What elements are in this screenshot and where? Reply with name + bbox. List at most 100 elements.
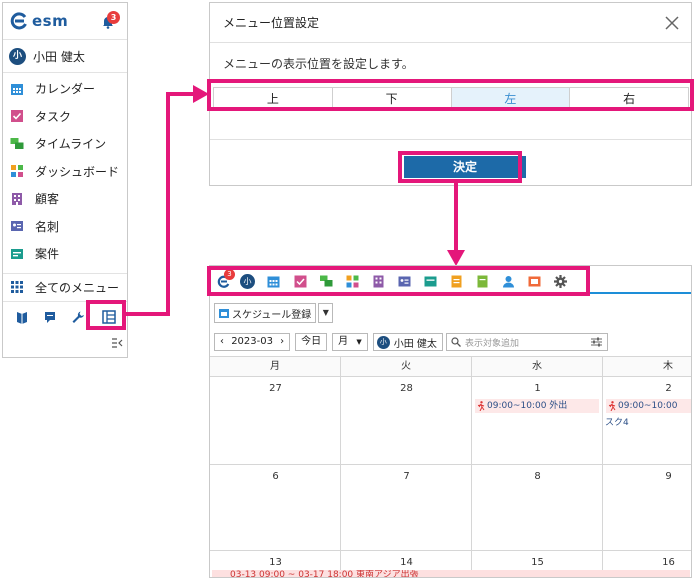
day-cell[interactable]: 6	[210, 465, 341, 550]
sidebar-item-label: ダッシュボード	[35, 164, 120, 179]
connector-line	[126, 312, 170, 316]
sidebar-item-label: 案件	[35, 247, 60, 262]
close-icon[interactable]	[665, 16, 679, 30]
grid-icon	[11, 281, 23, 293]
collapse-sidebar-icon[interactable]	[111, 337, 123, 349]
day-cell[interactable]: 7	[341, 465, 472, 550]
confirm-highlight-frame	[398, 151, 522, 183]
notification-badge: 3	[107, 11, 120, 24]
logo-row: esm 3	[3, 3, 127, 39]
day-cell[interactable]: 2 09:00~10:00 スク4	[603, 377, 691, 464]
day-cell[interactable]: 1 09:00~10:00 外出	[472, 377, 603, 464]
menu-list: カレンダー タスク タイムライン ダッシュボード 顧客 名刺 案件	[3, 73, 127, 268]
day-cell[interactable]: 27	[210, 377, 341, 464]
calendar-event-multi-day[interactable]: 03-13 09:00 ~ 03-17 18:00 東南アジア出張	[212, 570, 690, 578]
prev-arrow-icon[interactable]: ‹	[220, 336, 224, 347]
month-value: 2023-03	[231, 336, 273, 347]
wrench-icon[interactable]	[71, 310, 85, 324]
day-cell[interactable]: 9	[603, 465, 691, 550]
search-icon	[451, 337, 461, 347]
week-row: 6 7 8 9	[210, 465, 691, 551]
schedule-register-button[interactable]: スケジュール登録	[214, 303, 317, 323]
target-search-input[interactable]: 表示対象追加	[445, 333, 608, 351]
timeline-icon	[10, 137, 24, 149]
day-number: 15	[531, 557, 544, 568]
arrow-head-down-icon	[447, 250, 465, 266]
filter-settings-icon[interactable]	[590, 337, 602, 347]
sidebar-item-timeline[interactable]: タイムライン	[3, 130, 127, 158]
connector-line	[454, 183, 458, 253]
month-grid: 月 火 水 木 27 28 1 09:00~10:00 外出 2 09:00~1…	[210, 356, 691, 577]
dialog-title: メニュー位置設定	[223, 16, 320, 30]
day-cell[interactable]: 28	[341, 377, 472, 464]
customer-icon	[12, 192, 22, 205]
all-menu-label: 全てのメニュー	[35, 280, 120, 295]
user-chip[interactable]: 小 小田 健太	[372, 333, 443, 351]
all-menu-button[interactable]: 全てのメニュー	[3, 273, 127, 300]
sidebar-item-business-card[interactable]: 名刺	[3, 213, 127, 241]
top-menu-highlight-frame	[207, 266, 590, 296]
calendar-icon	[219, 309, 229, 318]
sidebar-item-label: 名刺	[35, 219, 60, 234]
comment-icon[interactable]	[43, 310, 57, 324]
task-icon	[11, 110, 23, 123]
week-row: 27 28 1 09:00~10:00 外出 2 09:00~10:00 スク4	[210, 377, 691, 465]
calendar-event[interactable]: 09:00~10:00 外出	[475, 399, 599, 413]
day-number: 7	[403, 471, 410, 482]
outing-icon	[477, 401, 485, 411]
connector-line	[166, 92, 170, 316]
day-number: 28	[400, 383, 413, 394]
calendar-window: 3 小 スケジュール登録 ▼ ‹ 2023-03 › 今日 月 ▼ 小 小田 健…	[209, 265, 692, 578]
day-number: 14	[400, 557, 413, 568]
month-picker[interactable]: ‹ 2023-03 ›	[214, 333, 291, 351]
view-select-value: 月	[338, 336, 349, 347]
logo-text: esm	[32, 12, 69, 30]
day-number: 9	[665, 471, 672, 482]
dashboard-icon	[11, 165, 23, 178]
day-cell[interactable]: 8	[472, 465, 603, 550]
selector-highlight-frame	[207, 79, 694, 111]
sidebar-item-label: カレンダー	[35, 82, 96, 97]
dialog-header: メニュー位置設定	[210, 3, 691, 43]
sidebar-item-label: 顧客	[35, 192, 60, 207]
day-number: 1	[534, 383, 541, 394]
schedule-dropdown-button[interactable]: ▼	[318, 303, 334, 323]
calendar-icon	[11, 83, 23, 95]
weekday-label: 火	[341, 357, 472, 376]
weekday-header: 月 火 水 木	[210, 356, 691, 377]
outing-icon	[608, 401, 616, 411]
dialog-description: メニューの表示位置を設定します。	[223, 57, 414, 71]
schedule-register-label: スケジュール登録	[232, 309, 312, 321]
sidebar-item-label: タスク	[35, 109, 72, 124]
divider	[210, 139, 691, 140]
event-text: 09:00~10:00 外出	[487, 401, 568, 411]
calendar-event[interactable]: 09:00~10:00	[606, 399, 691, 413]
event-text: 09:00~10:00	[618, 401, 678, 411]
next-arrow-icon[interactable]: ›	[280, 336, 284, 347]
navigation-row: ‹ 2023-03 › 今日 月 ▼ 小 小田 健太 表示対象追加	[214, 333, 608, 351]
day-number: 6	[272, 471, 279, 482]
search-placeholder: 表示対象追加	[464, 338, 519, 349]
weekday-label: 月	[210, 357, 341, 376]
user-name: 小田 健太	[33, 49, 85, 64]
user-row[interactable]: 小 小田 健太	[3, 39, 127, 73]
view-select[interactable]: 月 ▼	[332, 333, 368, 351]
avatar: 小	[9, 47, 26, 65]
sidebar-item-calendar[interactable]: カレンダー	[3, 75, 127, 103]
sidebar-item-customer[interactable]: 顧客	[3, 185, 127, 213]
manual-icon[interactable]	[15, 310, 29, 324]
sidebar-item-task[interactable]: タスク	[3, 103, 127, 131]
weekday-label: 木	[603, 357, 691, 376]
business-card-icon	[11, 221, 23, 232]
today-button[interactable]: 今日	[295, 333, 328, 351]
sidebar-item-project[interactable]: 案件	[3, 240, 127, 268]
event-text-overflow[interactable]: スク4	[605, 415, 629, 428]
day-number: 16	[662, 557, 675, 568]
day-number: 2	[665, 383, 672, 394]
event-text: 03-13 09:00 ~ 03-17 18:00 東南アジア出張	[230, 570, 419, 578]
esm-logo-icon	[10, 12, 27, 30]
sidebar-item-dashboard[interactable]: ダッシュボード	[3, 158, 127, 186]
day-number: 13	[269, 557, 282, 568]
weekday-label: 水	[472, 357, 603, 376]
connector-line	[166, 92, 196, 96]
